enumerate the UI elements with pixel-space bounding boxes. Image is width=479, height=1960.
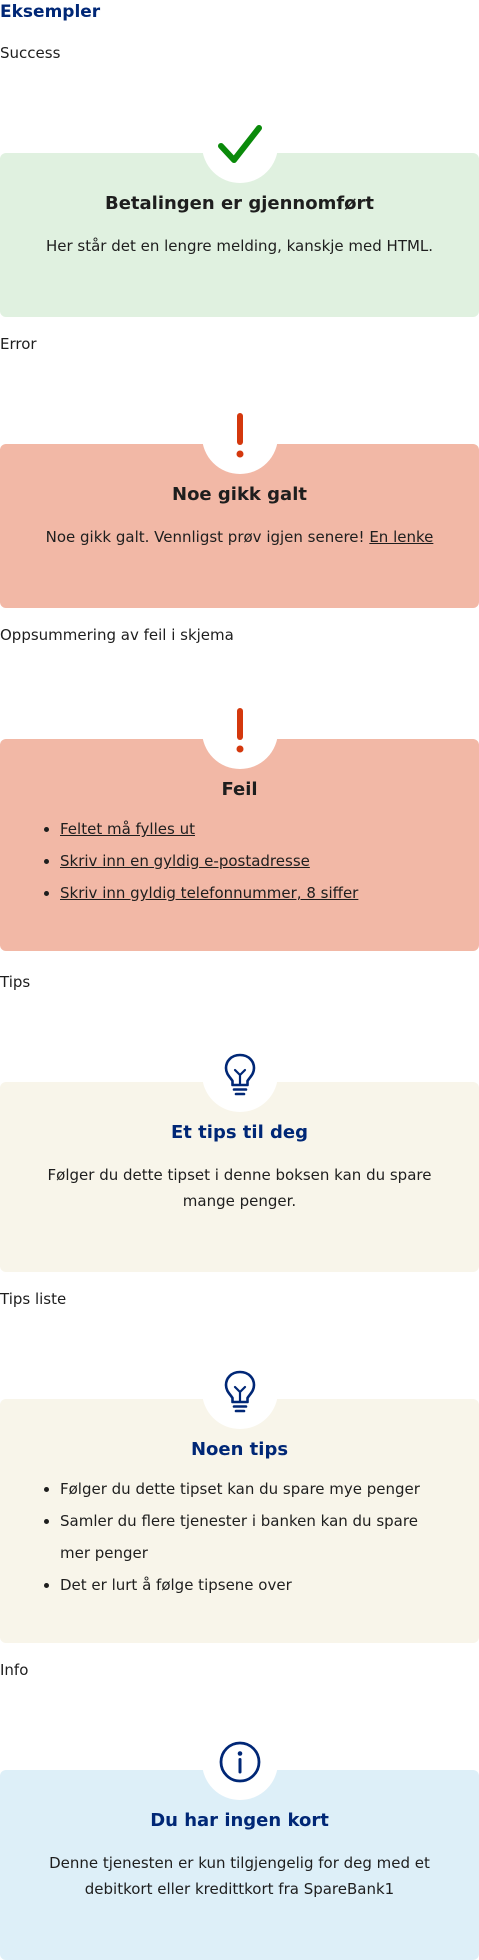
success-alert: Betalingen er gjennomført Her står det e… [0, 107, 479, 317]
form-error-item: Feltet må fylles ut [60, 813, 449, 845]
form-error-item: Skriv inn en gyldig e-postadresse [60, 845, 449, 877]
form-error-list: Feltet må fylles ut Skriv inn en gyldig … [36, 813, 449, 909]
tips-badge [201, 1036, 278, 1112]
tips-list: Følger du dette tipset kan du spare mye … [36, 1473, 449, 1601]
section-label-tips-list: Tips liste [0, 1290, 67, 1308]
section-label-info: Info [0, 1661, 29, 1679]
error-message: Noe gikk galt. Vennligst prøv igjen sene… [45, 528, 370, 546]
success-badge [201, 107, 278, 183]
form-error-title: Feil [221, 779, 258, 800]
exclamation-icon [236, 413, 243, 458]
section-label-error: Error [0, 335, 37, 353]
section-label-tips: Tips [0, 973, 31, 991]
section-label-success: Success [0, 44, 61, 62]
info-text: Denne tjenesten er kun tilgjengelig for … [49, 1854, 430, 1898]
info-alert: Du har ingen kort Denne tjenesten er kun… [0, 1724, 479, 1960]
form-error-link[interactable]: Skriv inn en gyldig e-postadresse [60, 852, 310, 870]
section-label-form-errors: Oppsummering av feil i skjema [0, 626, 234, 644]
tips-title: Et tips til deg [171, 1122, 308, 1143]
error-title: Noe gikk galt [172, 484, 307, 505]
lightbulb-icon [224, 1370, 255, 1413]
form-error-badge [201, 693, 278, 769]
tips-text: Følger du dette tipset i denne boksen ka… [47, 1166, 432, 1210]
success-text: Her står det en lengre melding, kanskje … [45, 237, 434, 255]
info-icon [219, 1741, 260, 1783]
form-error-item: Skriv inn gyldig telefonnummer, 8 siffer [60, 877, 449, 909]
exclamation-icon [236, 708, 243, 753]
lightbulb-icon [224, 1053, 255, 1096]
form-error-link[interactable]: Feltet må fylles ut [60, 820, 195, 838]
tips-list-alert: Noen tips Følger du dette tipset kan du … [0, 1353, 479, 1643]
form-error-link[interactable]: Skriv inn gyldig telefonnummer, 8 siffer [60, 884, 358, 902]
check-icon [217, 125, 262, 163]
info-title: Du har ingen kort [150, 1810, 329, 1831]
tips-list-badge [201, 1353, 278, 1429]
success-title: Betalingen er gjennomført [104, 193, 375, 214]
error-text: Noe gikk galt. Vennligst prøv igjen sene… [40, 524, 439, 550]
page-title: Eksempler [0, 2, 101, 22]
error-badge [201, 398, 278, 474]
tips-list-item: Samler du flere tjenester i banken kan d… [60, 1505, 449, 1569]
tips-list-item: Det er lurt å følge tipsene over [60, 1569, 449, 1601]
tips-list-title: Noen tips [190, 1439, 289, 1460]
info-badge [201, 1724, 278, 1800]
tips-alert: Et tips til deg Følger du dette tipset i… [0, 1036, 479, 1272]
form-error-summary: Feil Feltet må fylles ut Skriv inn en gy… [0, 693, 479, 951]
error-alert: Noe gikk galt Noe gikk galt. Vennligst p… [0, 398, 479, 608]
error-link[interactable]: En lenke [369, 528, 433, 546]
tips-list-item: Følger du dette tipset kan du spare mye … [60, 1473, 449, 1505]
